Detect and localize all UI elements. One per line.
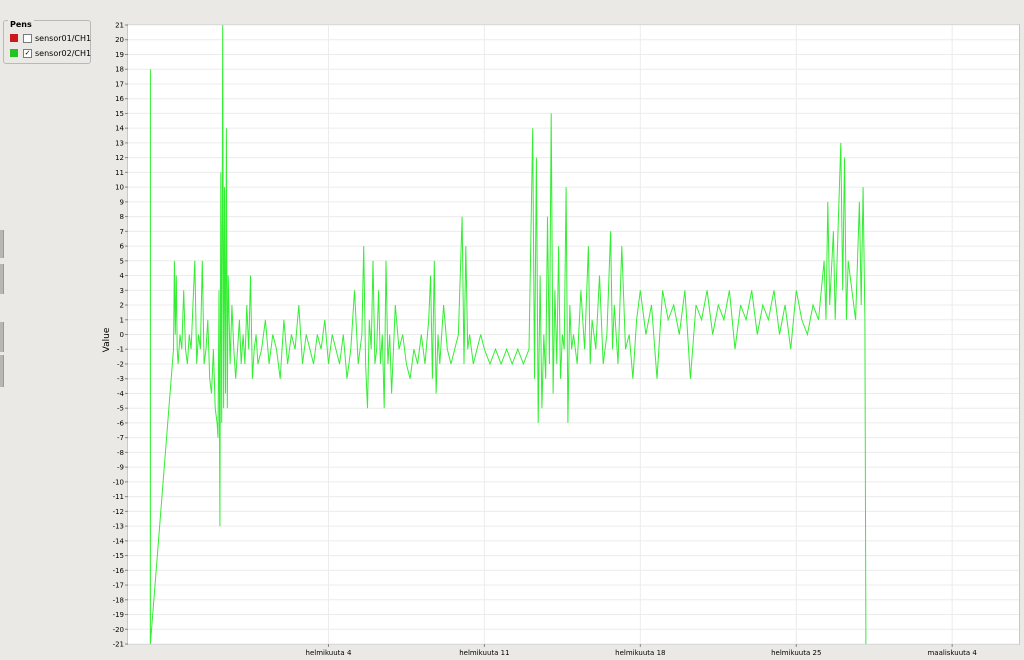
- y-tick-label: -7: [117, 434, 124, 442]
- x-tick-label: helmikuuta 25: [771, 649, 821, 657]
- y-tick-label: -18: [113, 596, 124, 604]
- y-tick-label: -14: [113, 537, 125, 545]
- y-tick-label: -15: [113, 552, 124, 560]
- value-chart[interactable]: 2120191817161514131211109876543210-1-2-3…: [0, 0, 1024, 660]
- y-tick-label: 16: [115, 95, 124, 103]
- y-tick-label: 8: [120, 213, 124, 221]
- y-tick-label: -16: [113, 567, 125, 575]
- y-tick-label: 12: [115, 154, 124, 162]
- y-tick-label: -10: [113, 478, 124, 486]
- y-tick-label: 10: [115, 184, 124, 192]
- y-tick-label: 1: [120, 316, 124, 324]
- y-tick-label: 15: [115, 110, 124, 118]
- y-tick-label: -5: [117, 405, 124, 413]
- y-tick-label: 14: [115, 125, 124, 133]
- y-tick-label: -17: [113, 582, 124, 590]
- y-tick-label: 5: [120, 257, 124, 265]
- y-tick-label: -21: [113, 641, 124, 649]
- y-tick-label: 4: [120, 272, 125, 280]
- y-tick-label: -2: [117, 360, 124, 368]
- y-tick-label: 18: [115, 66, 124, 74]
- y-tick-label: 11: [115, 169, 124, 177]
- y-tick-label: -19: [113, 611, 124, 619]
- y-tick-label: -20: [113, 626, 124, 634]
- y-tick-label: 6: [120, 243, 125, 251]
- y-tick-label: 3: [120, 287, 124, 295]
- y-tick-label: -11: [113, 493, 124, 501]
- y-tick-label: -6: [117, 419, 125, 427]
- y-tick-label: 19: [115, 51, 124, 59]
- y-tick-label: -9: [117, 464, 124, 472]
- x-axis-ticks: helmikuuta 4 helmikuuta 11 helmikuuta 18 he…: [306, 644, 977, 657]
- y-tick-label: 21: [115, 22, 124, 30]
- x-tick-label: helmikuuta 4: [306, 649, 352, 657]
- y-tick-label: -3: [117, 375, 124, 383]
- y-tick-label: 17: [115, 80, 124, 88]
- y-tick-label: 20: [115, 36, 124, 44]
- x-tick-label: helmikuuta 11: [459, 649, 509, 657]
- y-axis-title: Value: [102, 327, 112, 352]
- y-tick-label: -8: [117, 449, 124, 457]
- y-tick-label: -4: [117, 390, 125, 398]
- y-tick-label: -1: [117, 346, 124, 354]
- y-tick-label: 2: [120, 302, 124, 310]
- y-tick-label: -13: [113, 523, 124, 531]
- y-axis-ticks: 2120191817161514131211109876543210-1-2-3…: [113, 22, 128, 649]
- y-tick-label: 13: [115, 139, 124, 147]
- y-tick-label: 7: [120, 228, 124, 236]
- y-tick-label: -12: [113, 508, 124, 516]
- x-tick-label: maaliskuuta 4: [927, 649, 977, 657]
- y-tick-label: 0: [120, 331, 124, 339]
- y-tick-label: 9: [120, 198, 124, 206]
- x-tick-label: helmikuuta 18: [615, 649, 665, 657]
